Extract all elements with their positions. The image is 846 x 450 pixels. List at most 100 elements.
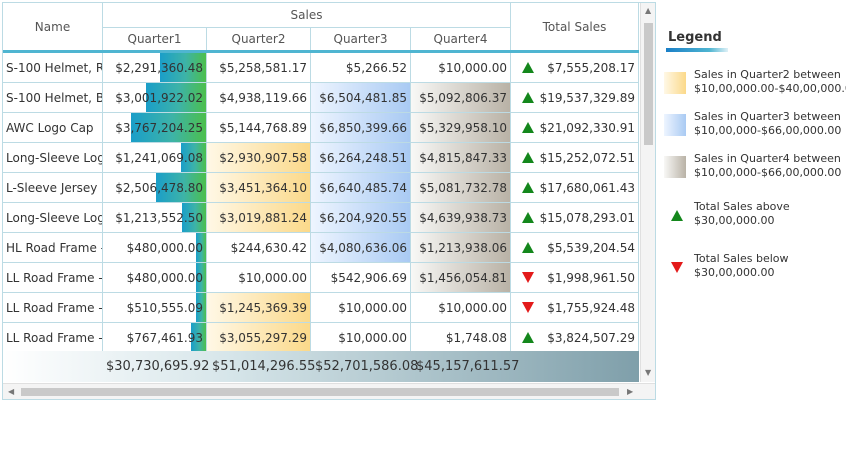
- table-row[interactable]: AWC Logo Cap $3,767,204.25 $5,144,768.89 $6…: [3, 113, 639, 143]
- sales-data-grid[interactable]: Name Sales Quarter1 Quarter2 Quarter3 Qu…: [2, 2, 656, 400]
- q2-cell[interactable]: $244,630.42: [207, 233, 311, 262]
- cell-text: AWC Logo Cap: [6, 120, 94, 135]
- column-header-quarter4[interactable]: Quarter4: [411, 28, 511, 50]
- product-name-cell[interactable]: S-100 Helmet, B: [3, 83, 103, 112]
- table-row[interactable]: HL Road Frame - F $480,000.00 $244,630.42 $…: [3, 233, 639, 263]
- q2-cell[interactable]: $4,938,119.66: [207, 83, 311, 112]
- q1-cell[interactable]: $510,555.09: [103, 293, 207, 322]
- q4-cell[interactable]: $10,000.00: [411, 53, 511, 82]
- total-sales-cell[interactable]: $7,555,208.17: [535, 53, 639, 82]
- total-sales-cell[interactable]: $15,078,293.01: [535, 203, 639, 232]
- trend-cell[interactable]: [511, 173, 535, 202]
- table-row[interactable]: Long-Sleeve Logo $1,241,069.08 $2,930,907.…: [3, 143, 639, 173]
- triangle-up-icon: [522, 62, 534, 73]
- product-name-cell[interactable]: LL Road Frame - B: [3, 263, 103, 292]
- cell-text: LL Road Frame - B: [6, 300, 103, 315]
- product-name-cell[interactable]: HL Road Frame - F: [3, 233, 103, 262]
- total-sales-cell[interactable]: $5,539,204.54: [535, 233, 639, 262]
- horizontal-scroll-thumb[interactable]: [21, 388, 619, 396]
- trend-cell[interactable]: [511, 143, 535, 172]
- q4-cell[interactable]: $1,213,938.06: [411, 233, 511, 262]
- product-name-cell[interactable]: L-Sleeve Jersey: [3, 173, 103, 202]
- q2-cell[interactable]: $1,245,369.39: [207, 293, 311, 322]
- q4-cell[interactable]: $1,456,054.81: [411, 263, 511, 292]
- table-row[interactable]: Long-Sleeve Logo $1,213,552.50 $3,019,881.…: [3, 203, 639, 233]
- trend-cell[interactable]: [511, 113, 535, 142]
- q1-cell[interactable]: $480,000.00: [103, 263, 207, 292]
- horizontal-scrollbar[interactable]: ◀ ▶: [3, 383, 655, 399]
- column-header-total-sales[interactable]: Total Sales: [511, 3, 639, 50]
- quarter3-color-swatch: [664, 114, 686, 136]
- q3-cell[interactable]: $4,080,636.06: [311, 233, 411, 262]
- table-row[interactable]: S-100 Helmet, R $2,291,360.48 $5,258,581.1…: [3, 53, 639, 83]
- total-sales-cell[interactable]: $1,755,924.48: [535, 293, 639, 322]
- total-sales-cell[interactable]: $17,680,061.43: [535, 173, 639, 202]
- q2-cell[interactable]: $2,930,907.58: [207, 143, 311, 172]
- q2-cell[interactable]: $10,000.00: [207, 263, 311, 292]
- scroll-up-arrow-icon[interactable]: ▲: [645, 6, 651, 16]
- scroll-down-arrow-icon[interactable]: ▼: [645, 368, 651, 378]
- q1-cell[interactable]: $2,291,360.48: [103, 53, 207, 82]
- trend-cell[interactable]: [511, 323, 535, 352]
- product-name-cell[interactable]: Long-Sleeve Logo: [3, 143, 103, 172]
- vertical-scrollbar[interactable]: ▲ ▼: [640, 3, 655, 382]
- product-name-cell[interactable]: AWC Logo Cap: [3, 113, 103, 142]
- q3-cell[interactable]: $6,640,485.74: [311, 173, 411, 202]
- q4-cell[interactable]: $5,092,806.37: [411, 83, 511, 112]
- column-header-quarter1[interactable]: Quarter1: [103, 28, 207, 50]
- trend-cell[interactable]: [511, 53, 535, 82]
- trend-cell[interactable]: [511, 293, 535, 322]
- trend-cell[interactable]: [511, 263, 535, 292]
- total-sales-cell[interactable]: $3,824,507.29: [535, 323, 639, 352]
- q3-cell[interactable]: $6,204,920.55: [311, 203, 411, 232]
- q1-cell[interactable]: $3,001,922.02: [103, 83, 207, 112]
- scroll-left-arrow-icon[interactable]: ◀: [8, 387, 14, 397]
- q4-cell[interactable]: $10,000.00: [411, 293, 511, 322]
- table-row[interactable]: S-100 Helmet, B $3,001,922.02 $4,938,119.6…: [3, 83, 639, 113]
- q1-cell[interactable]: $767,461.93: [103, 323, 207, 352]
- q2-cell[interactable]: $3,019,881.24: [207, 203, 311, 232]
- scroll-right-arrow-icon[interactable]: ▶: [627, 387, 633, 397]
- q1-cell[interactable]: $480,000.00: [103, 233, 207, 262]
- table-row[interactable]: L-Sleeve Jersey $2,506,478.80 $3,451,364.1…: [3, 173, 639, 203]
- q3-cell[interactable]: $6,504,481.85: [311, 83, 411, 112]
- total-sales-cell[interactable]: $1,998,961.50: [535, 263, 639, 292]
- q3-cell[interactable]: $542,906.69: [311, 263, 411, 292]
- q4-cell[interactable]: $5,081,732.78: [411, 173, 511, 202]
- q4-cell[interactable]: $5,329,958.10: [411, 113, 511, 142]
- q2-cell[interactable]: $5,258,581.17: [207, 53, 311, 82]
- product-name-cell[interactable]: LL Road Frame - R: [3, 323, 103, 352]
- product-name-cell[interactable]: S-100 Helmet, R: [3, 53, 103, 82]
- product-name-cell[interactable]: Long-Sleeve Logo: [3, 203, 103, 232]
- q2-cell[interactable]: $5,144,768.89: [207, 113, 311, 142]
- trend-cell[interactable]: [511, 203, 535, 232]
- vertical-scroll-thumb[interactable]: [644, 23, 653, 145]
- total-sales-cell[interactable]: $15,252,072.51: [535, 143, 639, 172]
- column-header-quarter2[interactable]: Quarter2: [207, 28, 311, 50]
- q3-cell[interactable]: $10,000.00: [311, 293, 411, 322]
- q3-cell[interactable]: $10,000.00: [311, 323, 411, 352]
- q2-cell[interactable]: $3,451,364.10: [207, 173, 311, 202]
- total-sales-cell[interactable]: $21,092,330.91: [535, 113, 639, 142]
- q1-cell[interactable]: $3,767,204.25: [103, 113, 207, 142]
- legend-item-label: Total Sales below $30,00,000.00: [694, 252, 789, 279]
- trend-cell[interactable]: [511, 233, 535, 262]
- q4-cell[interactable]: $1,748.08: [411, 323, 511, 352]
- q1-cell[interactable]: $1,213,552.50: [103, 203, 207, 232]
- q1-cell[interactable]: $1,241,069.08: [103, 143, 207, 172]
- column-header-quarter3[interactable]: Quarter3: [311, 28, 411, 50]
- q2-cell[interactable]: $3,055,297.29: [207, 323, 311, 352]
- total-sales-cell[interactable]: $19,537,329.89: [535, 83, 639, 112]
- q4-cell[interactable]: $4,815,847.33: [411, 143, 511, 172]
- q4-cell[interactable]: $4,639,938.73: [411, 203, 511, 232]
- column-header-name[interactable]: Name: [3, 3, 103, 50]
- q3-cell[interactable]: $5,266.52: [311, 53, 411, 82]
- table-row[interactable]: LL Road Frame - R $767,461.93 $3,055,297.2…: [3, 323, 639, 353]
- trend-cell[interactable]: [511, 83, 535, 112]
- q3-cell[interactable]: $6,850,399.66: [311, 113, 411, 142]
- product-name-cell[interactable]: LL Road Frame - B: [3, 293, 103, 322]
- table-row[interactable]: LL Road Frame - B $510,555.09 $1,245,369.3…: [3, 293, 639, 323]
- table-row[interactable]: LL Road Frame - B $480,000.00 $10,000.00 $5…: [3, 263, 639, 293]
- q3-cell[interactable]: $6,264,248.51: [311, 143, 411, 172]
- q1-cell[interactable]: $2,506,478.80: [103, 173, 207, 202]
